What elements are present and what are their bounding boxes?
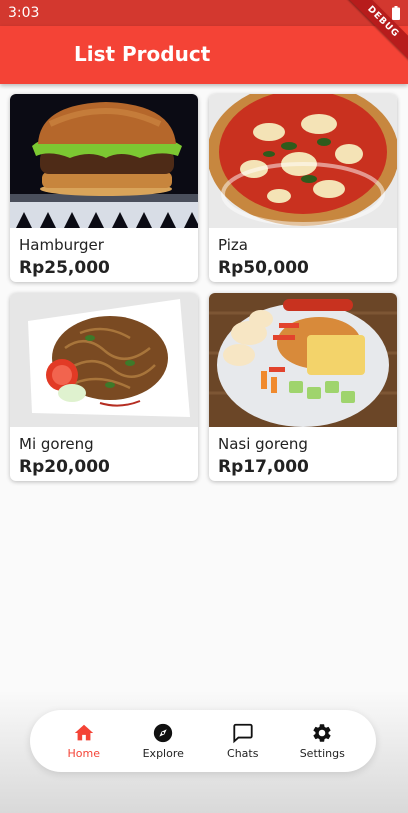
product-name: Nasi goreng [218, 435, 308, 453]
nav-item-settings[interactable]: Settings [287, 722, 357, 760]
pizza-image [209, 94, 397, 228]
nav-item-explore[interactable]: Explore [128, 722, 198, 760]
status-bar: 3:03 [0, 0, 408, 26]
nav-label: Explore [142, 747, 184, 760]
product-grid: Hamburger Rp25,000 Piza Rp50,000 Mi gore… [10, 94, 398, 481]
home-icon [74, 724, 93, 741]
fried-noodles-image [10, 293, 198, 427]
fried-rice-plate-image [209, 293, 397, 427]
product-name: Hamburger [19, 236, 104, 254]
product-price: Rp50,000 [218, 258, 309, 278]
nav-item-home[interactable]: Home [49, 722, 119, 760]
nav-item-chats[interactable]: Chats [208, 722, 278, 760]
nav-label: Chats [227, 747, 259, 760]
product-card[interactable]: Hamburger Rp25,000 [10, 94, 198, 282]
hamburger-image [10, 94, 198, 228]
status-time: 3:03 [8, 5, 40, 21]
product-name: Piza [218, 236, 248, 254]
app-bar: List Product [0, 26, 408, 84]
product-price: Rp25,000 [19, 258, 110, 278]
nav-label: Settings [299, 747, 345, 760]
chat-bubble-icon [233, 723, 253, 744]
product-card[interactable]: Piza Rp50,000 [209, 94, 397, 282]
product-price: Rp17,000 [218, 457, 309, 477]
product-price: Rp20,000 [19, 457, 110, 477]
product-name: Mi goreng [19, 435, 94, 453]
product-card[interactable]: Nasi goreng Rp17,000 [209, 293, 397, 481]
battery-icon [392, 6, 400, 20]
compass-icon [154, 723, 173, 743]
bottom-navigation: Home Explore Chats Settings [30, 710, 376, 772]
product-card[interactable]: Mi goreng Rp20,000 [10, 293, 198, 481]
page-title: List Product [74, 42, 211, 66]
nav-label: Home [67, 747, 100, 760]
gear-icon [313, 724, 331, 742]
